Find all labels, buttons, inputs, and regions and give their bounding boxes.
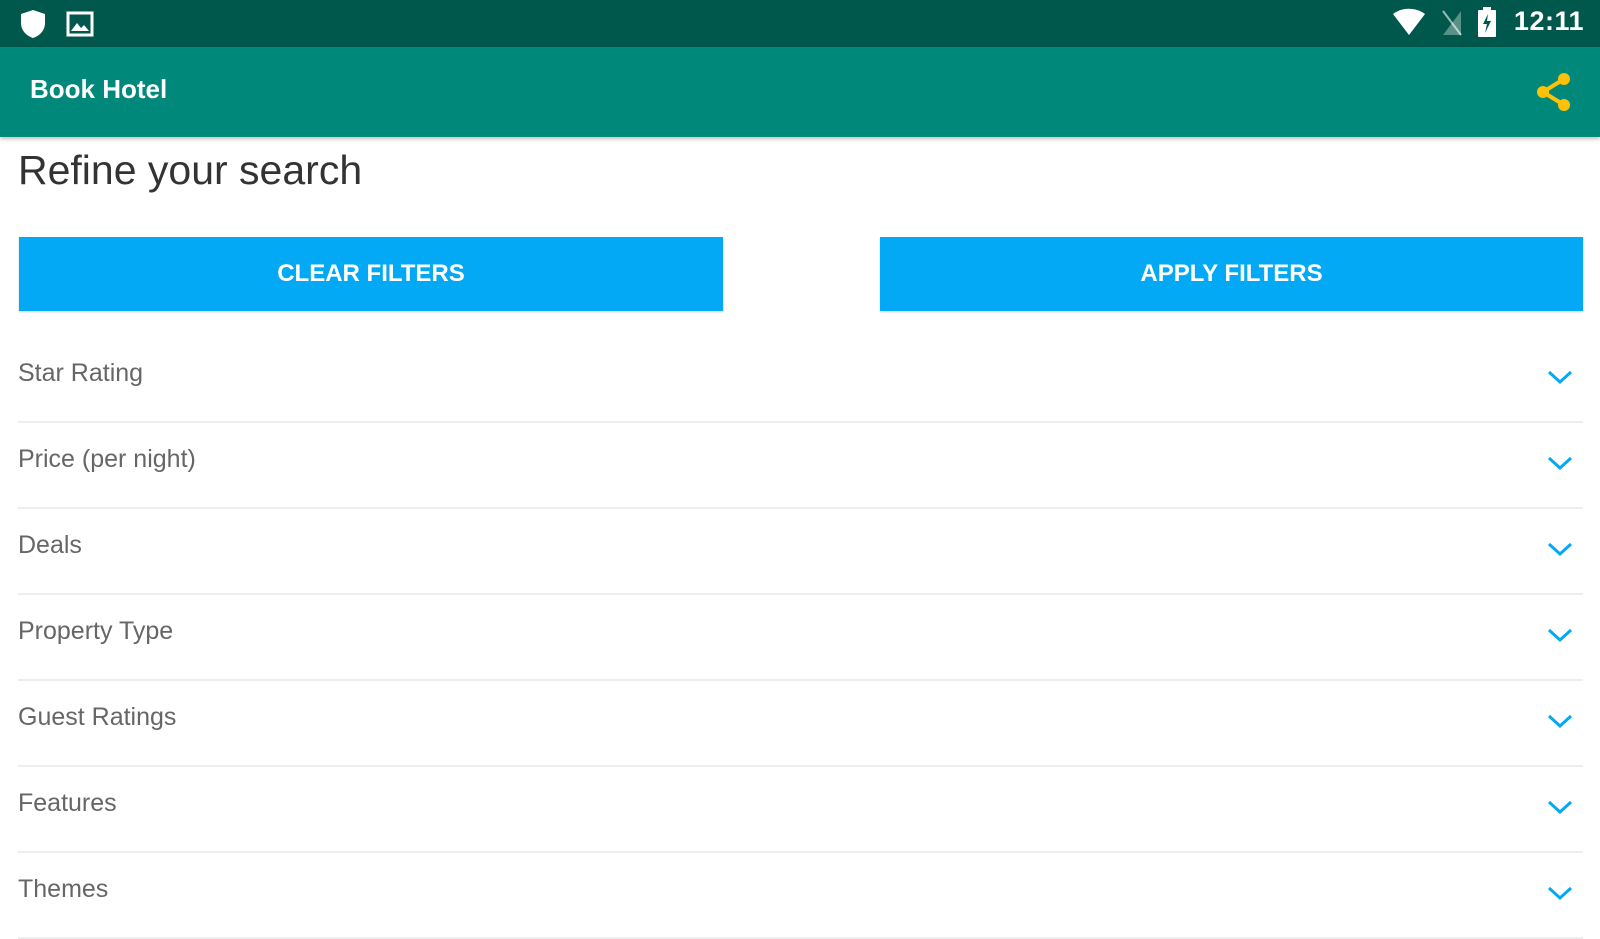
filter-deals[interactable]: Deals <box>18 509 1583 595</box>
filter-label: Deals <box>18 531 82 559</box>
filter-star-rating[interactable]: Star Rating <box>18 337 1583 423</box>
chevron-down-icon <box>1547 542 1573 557</box>
clear-filters-button[interactable]: CLEAR FILTERS <box>19 237 723 311</box>
filter-property-type[interactable]: Property Type <box>18 595 1583 681</box>
chevron-down-icon <box>1547 800 1573 815</box>
shield-icon <box>21 10 45 38</box>
chevron-down-icon <box>1547 370 1573 385</box>
filter-label: Property Type <box>18 617 174 645</box>
status-bar: 12:11 <box>0 0 1600 47</box>
filter-price[interactable]: Price (per night) <box>18 423 1583 509</box>
image-icon <box>66 11 94 37</box>
filter-label: Guest Ratings <box>18 703 177 731</box>
battery-charging-icon <box>1477 6 1496 37</box>
app-title: Book Hotel <box>30 74 168 104</box>
page-heading: Refine your search <box>18 147 363 193</box>
filter-label: Star Rating <box>18 359 144 387</box>
wifi-icon <box>1392 8 1425 35</box>
filter-label: Price (per night) <box>18 445 196 473</box>
filter-themes[interactable]: Themes <box>18 853 1583 939</box>
chevron-down-icon <box>1547 456 1573 471</box>
share-icon[interactable] <box>1534 71 1574 113</box>
filter-page: Refine your search CLEAR FILTERS APPLY F… <box>0 137 1600 939</box>
apply-filters-label: APPLY FILTERS <box>1140 260 1323 287</box>
clear-filters-label: CLEAR FILTERS <box>277 260 465 287</box>
chevron-down-icon <box>1547 628 1573 643</box>
status-right-icons: 12:11 <box>1392 6 1584 37</box>
apply-filters-button[interactable]: APPLY FILTERS <box>880 237 1583 311</box>
filter-features[interactable]: Features <box>18 767 1583 853</box>
filter-label: Features <box>18 789 117 817</box>
filter-list: Star Rating Price (per night) Deals Prop… <box>18 337 1583 939</box>
status-clock: 12:11 <box>1513 6 1584 36</box>
chevron-down-icon <box>1547 714 1573 729</box>
no-sim-icon <box>1442 9 1462 36</box>
chevron-down-icon <box>1547 886 1573 901</box>
app-bar: Book Hotel <box>0 47 1600 137</box>
status-left-icons <box>20 9 94 39</box>
filter-guest-ratings[interactable]: Guest Ratings <box>18 681 1583 767</box>
